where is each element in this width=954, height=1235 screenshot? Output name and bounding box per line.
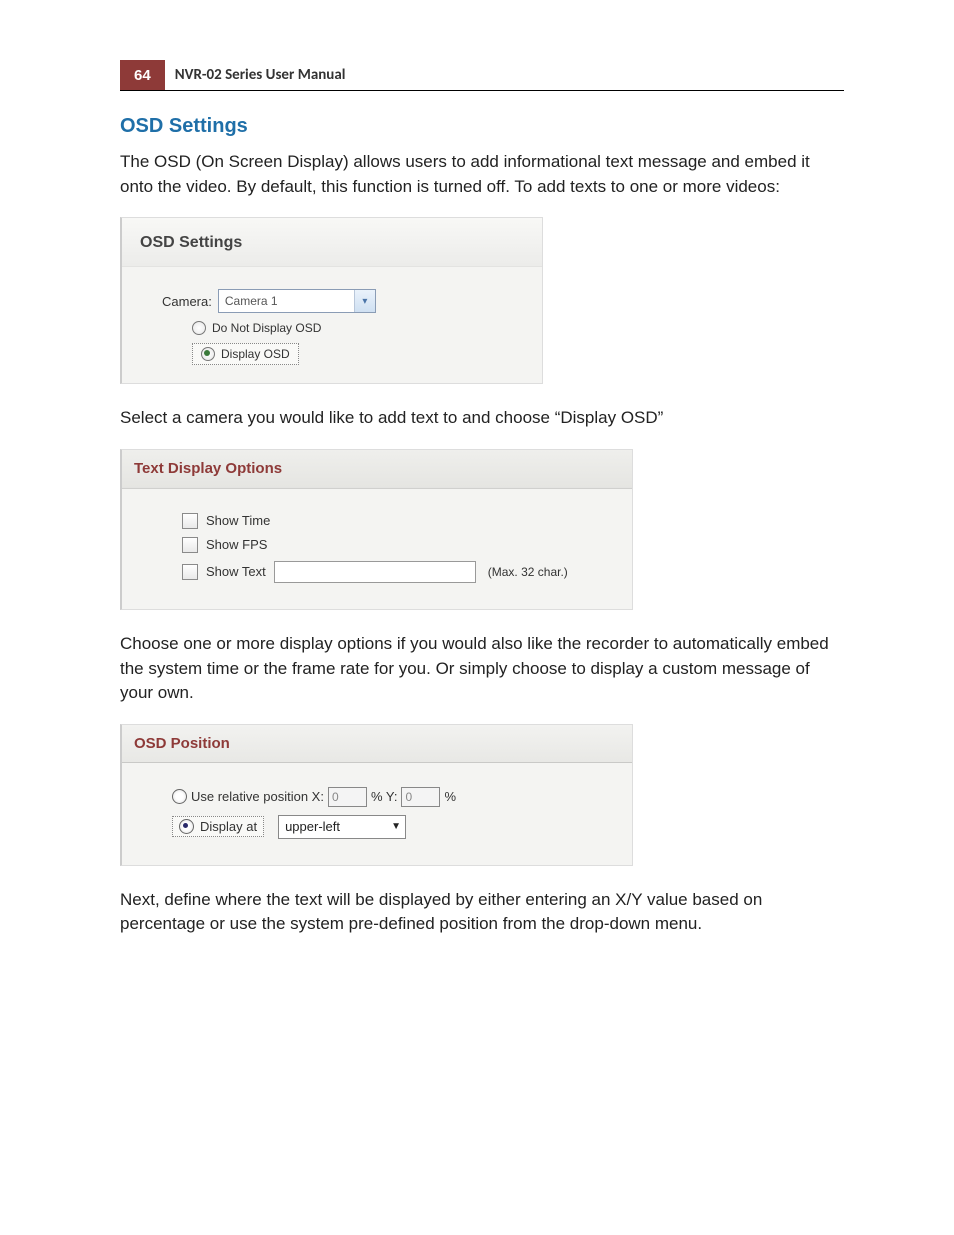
- osd-settings-title: OSD Settings: [122, 218, 542, 267]
- checkbox-show-text-label: Show Text: [206, 564, 266, 579]
- intro-paragraph: The OSD (On Screen Display) allows users…: [120, 150, 844, 199]
- radio-display-at-label: Display at: [200, 819, 257, 834]
- checkbox-show-time[interactable]: [182, 513, 198, 529]
- camera-select-value: Camera 1: [225, 294, 278, 308]
- page-number: 64: [120, 60, 165, 90]
- osd-position-panel: OSD Position Use relative position X: 0 …: [120, 724, 633, 866]
- camera-select[interactable]: Camera 1 ▾: [218, 289, 376, 313]
- checkbox-show-fps[interactable]: [182, 537, 198, 553]
- position-select-value: upper-left: [285, 819, 340, 834]
- text-display-options-title: Text Display Options: [122, 450, 632, 488]
- instruction-after-panel1: Select a camera you would like to add te…: [120, 406, 844, 431]
- percent-label: %: [444, 789, 456, 804]
- radio-display-osd[interactable]: [201, 347, 215, 361]
- section-heading: OSD Settings: [120, 115, 844, 138]
- radio-do-not-display-label: Do Not Display OSD: [212, 321, 321, 335]
- page-header: 64 NVR-02 Series User Manual: [120, 60, 844, 91]
- camera-label: Camera:: [162, 294, 212, 309]
- radio-relative-position-label: Use relative position X:: [191, 789, 324, 804]
- position-select[interactable]: upper-left ▼: [278, 815, 406, 839]
- triangle-down-icon: ▼: [391, 821, 401, 832]
- document-title: NVR-02 Series User Manual: [165, 60, 356, 90]
- chevron-down-icon: ▾: [354, 290, 375, 312]
- radio-do-not-display[interactable]: [192, 321, 206, 335]
- instruction-after-panel2: Choose one or more display options if yo…: [120, 632, 844, 706]
- show-text-input[interactable]: [274, 561, 476, 583]
- text-display-options-panel: Text Display Options Show Time Show FPS …: [120, 449, 633, 610]
- radio-display-osd-label: Display OSD: [221, 347, 290, 361]
- osd-settings-panel: OSD Settings Camera: Camera 1 ▾ Do Not D…: [120, 217, 543, 384]
- x-value-input[interactable]: 0: [328, 787, 367, 807]
- radio-display-at[interactable]: [179, 819, 194, 834]
- osd-position-title: OSD Position: [122, 725, 632, 763]
- instruction-after-panel3: Next, define where the text will be disp…: [120, 888, 844, 937]
- y-value-input[interactable]: 0: [401, 787, 440, 807]
- checkbox-show-fps-label: Show FPS: [206, 537, 267, 552]
- checkbox-show-time-label: Show Time: [206, 513, 270, 528]
- checkbox-show-text[interactable]: [182, 564, 198, 580]
- percent-y-label: % Y:: [371, 789, 398, 804]
- radio-relative-position[interactable]: [172, 789, 187, 804]
- max-char-note: (Max. 32 char.): [488, 565, 568, 579]
